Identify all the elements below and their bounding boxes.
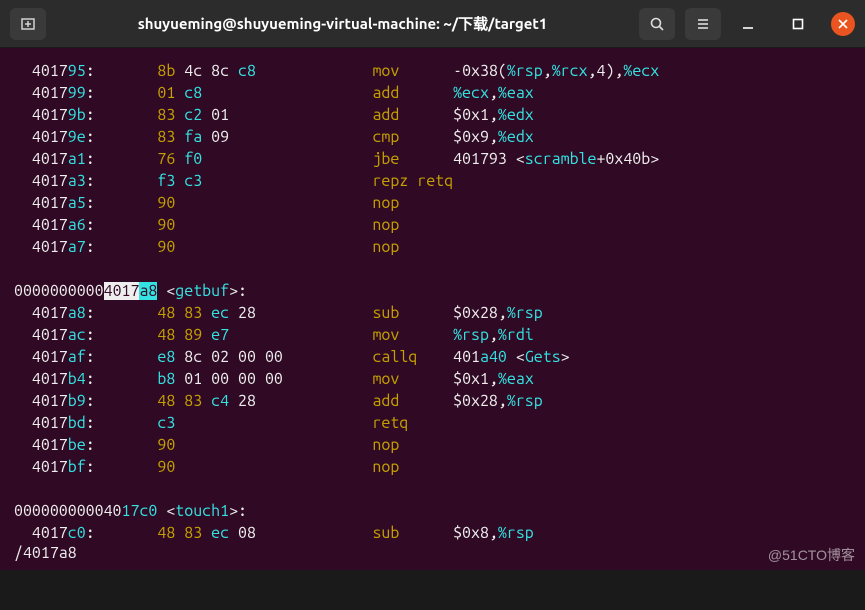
new-tab-button[interactable] [10, 8, 46, 40]
disasm-line: 40179e: 83 fa 09 cmp $0x9,%edx [0, 126, 865, 148]
search-status-line: /4017a8 [14, 542, 77, 564]
disasm-line: 4017b9: 48 83 c4 28 add $0x28,%rsp [0, 390, 865, 412]
disasm-line: 4017c0: 48 83 ec 08 sub $0x8,%rsp [0, 522, 865, 544]
disasm-line: 4017be: 90 nop [0, 434, 865, 456]
disasm-line: 4017a6: 90 nop [0, 214, 865, 236]
disasm-line: 401799: 01 c8 add %ecx,%eax [0, 82, 865, 104]
disasm-line: 4017bf: 90 nop [0, 456, 865, 478]
disasm-line: 4017b4: b8 01 00 00 00 mov $0x1,%eax [0, 368, 865, 390]
disasm-line: 4017af: e8 8c 02 00 00 callq 401a40 <Get… [0, 346, 865, 368]
symbol-label: 00000000004017c0 <touch1>: [0, 500, 865, 522]
maximize-button[interactable] [781, 8, 815, 40]
search-button[interactable] [639, 8, 675, 40]
disasm-line: 4017a5: 90 nop [0, 192, 865, 214]
watermark-text: @51CTO博客 [768, 544, 855, 566]
symbol-label: 00000000004017a8 <getbuf>: [0, 280, 865, 302]
disasm-line: 4017a1: 76 f0 jbe 401793 <scramble+0x40b… [0, 148, 865, 170]
minimize-button[interactable] [731, 8, 765, 40]
close-button[interactable] [831, 12, 855, 36]
disasm-line: 4017a3: f3 c3 repz retq [0, 170, 865, 192]
blank-line [0, 478, 865, 500]
disasm-line: 401795: 8b 4c 8c c8 mov -0x38(%rsp,%rcx,… [0, 60, 865, 82]
disasm-line: 4017bd: c3 retq [0, 412, 865, 434]
blank-line [0, 258, 865, 280]
disasm-line: 4017a8: 48 83 ec 28 sub $0x28,%rsp [0, 302, 865, 324]
menu-button[interactable] [685, 8, 721, 40]
window-titlebar: shuyueming@shuyueming-virtual-machine: ~… [0, 0, 865, 48]
disasm-line: 4017ac: 48 89 e7 mov %rsp,%rdi [0, 324, 865, 346]
disasm-line: 40179b: 83 c2 01 add $0x1,%edx [0, 104, 865, 126]
disasm-line: 4017a7: 90 nop [0, 236, 865, 258]
window-title: shuyueming@shuyueming-virtual-machine: ~… [56, 13, 629, 34]
terminal-output[interactable]: 401795: 8b 4c 8c c8 mov -0x38(%rsp,%rcx,… [0, 48, 865, 570]
